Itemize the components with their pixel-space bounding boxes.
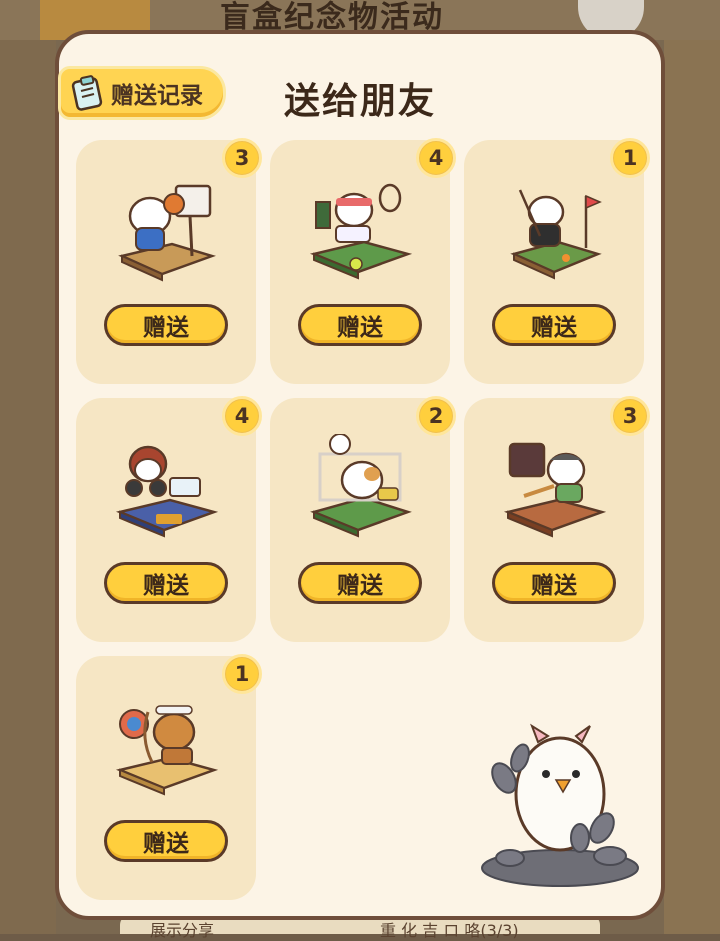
count-badge: 4 (416, 138, 456, 178)
count-badge: 1 (222, 654, 262, 694)
background-progress-button[interactable]: 重 化 吉 ロ 咯(3/3) (380, 917, 519, 941)
count-badge: 3 (222, 138, 262, 178)
item-card: 4 赠送 (76, 396, 262, 642)
item-card: 2 赠送 (270, 396, 456, 642)
boxing-cat-icon (115, 445, 219, 538)
golf-cat-icon (510, 189, 602, 280)
background-share-button[interactable]: 展示分享 (150, 917, 214, 941)
item-card: 3 赠送 (76, 138, 262, 384)
background-right-edge (664, 40, 720, 934)
count-badge: 2 (416, 396, 456, 436)
basketball-cat-icon (118, 184, 216, 282)
archery-cat-icon (115, 705, 219, 796)
item-card: 1 赠送 (464, 138, 650, 384)
count-badge: 1 (610, 138, 650, 178)
modal-title: 送给朋友 (283, 81, 436, 122)
gift-button[interactable]: 赠送 (104, 304, 228, 346)
gift-button[interactable]: 赠送 (298, 562, 422, 604)
item-card: 3 赠送 (464, 396, 650, 642)
tennis-cat-icon (309, 183, 413, 280)
item-card: 1 赠送 (76, 654, 262, 900)
gift-button[interactable]: 赠送 (104, 562, 228, 604)
count-badge: 4 (222, 396, 262, 436)
gift-button[interactable]: 赠送 (492, 304, 616, 346)
background-left-edge (0, 40, 56, 934)
soccer-cat-icon (310, 434, 412, 538)
item-card: 4 赠送 (270, 138, 456, 384)
gift-button[interactable]: 赠送 (298, 304, 422, 346)
baseball-cat-icon (503, 442, 607, 538)
chicken-mascot-icon (481, 723, 639, 887)
gift-button[interactable]: 赠送 (492, 562, 616, 604)
count-badge: 3 (610, 396, 650, 436)
gift-button[interactable]: 赠送 (104, 820, 228, 862)
